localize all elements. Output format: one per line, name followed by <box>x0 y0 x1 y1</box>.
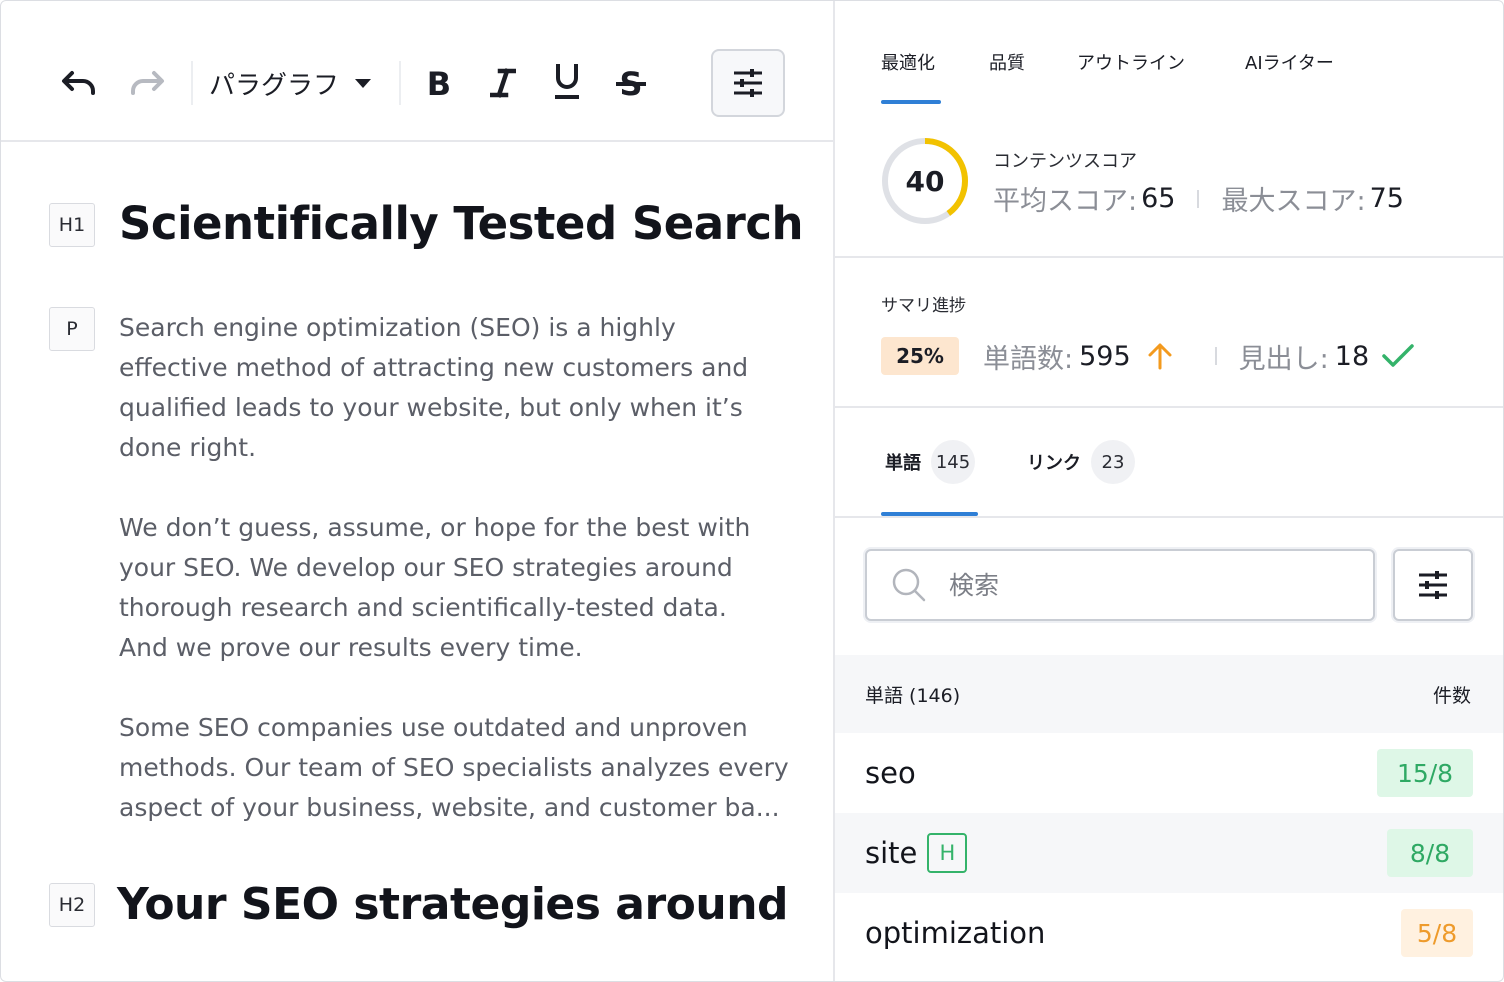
subtab-words-label: 単語 <box>885 453 921 474</box>
editor-pane: パラグラフ B S H1 Scientifically Tested Searc… <box>1 1 833 981</box>
search-input[interactable] <box>947 569 1351 601</box>
subtab-words-count: 145 <box>931 440 975 484</box>
paragraph-line: effective method of attracting new custo… <box>119 353 749 382</box>
sliders-icon <box>1419 571 1447 599</box>
search-box[interactable] <box>865 549 1375 621</box>
check-icon <box>1382 344 1414 367</box>
paragraph-line: done right. <box>119 433 257 462</box>
word-count-label: 単語数: <box>983 343 1074 375</box>
block-tag-h1[interactable]: H1 <box>49 203 95 247</box>
headings-label: 見出し: <box>1238 343 1329 375</box>
avg-score-value: 65 <box>1141 183 1176 214</box>
filter-button[interactable] <box>1393 549 1473 621</box>
content-score-value: 40 <box>905 164 945 198</box>
editor-toolbar: パラグラフ B S <box>1 1 833 142</box>
block-tag-h2[interactable]: H2 <box>49 883 95 927</box>
max-score-value: 75 <box>1369 183 1404 214</box>
keyword: site <box>865 836 918 870</box>
stat-separator <box>1214 347 1217 365</box>
summary-progress-label: サマリ進捗 <box>881 296 966 316</box>
score-stats: 平均スコア: 65 最大スコア: 75 <box>993 179 1404 218</box>
tab-outline[interactable]: アウトライン <box>1077 49 1185 75</box>
list-item[interactable]: optimization 5/8 <box>835 893 1503 973</box>
paragraph-line: thorough research and scientifically-tes… <box>119 593 727 622</box>
paragraph-line: We don’t guess, assume, or hope for the … <box>119 513 751 542</box>
redo-icon[interactable] <box>125 61 169 105</box>
avg-score-label: 平均スコア: <box>993 186 1138 217</box>
paragraph-line: qualified leads to your website, but onl… <box>119 393 743 422</box>
paragraph-line: Some SEO companies use outdated and unpr… <box>119 713 748 742</box>
heading-h2[interactable]: Your SEO strategies around <box>117 879 789 930</box>
paragraph-line: methods. Our team of SEO specialists ana… <box>119 753 789 782</box>
headings-value: 18 <box>1334 340 1370 372</box>
block-tag-p[interactable]: P <box>49 307 95 351</box>
section-divider <box>835 406 1503 408</box>
keyword: seo <box>865 756 916 790</box>
tab-optimize[interactable]: 最適化 <box>881 49 935 75</box>
word-list-header: 単語 (146) 件数 <box>835 655 1503 733</box>
keyword-count-badge: 15/8 <box>1377 749 1473 797</box>
italic-icon[interactable] <box>483 61 523 105</box>
subtab-links[interactable]: リンク 23 <box>1027 439 1135 485</box>
keyword: optimization <box>865 916 1046 950</box>
tab-ai-writer[interactable]: AIライター <box>1245 49 1334 75</box>
max-score-label: 最大スコア: <box>1221 186 1366 217</box>
chevron-down-icon <box>355 78 372 88</box>
underline-icon[interactable] <box>547 57 587 105</box>
content-score-label: コンテンツスコア <box>993 151 1137 172</box>
editor-settings-button[interactable] <box>711 49 785 117</box>
app-window: パラグラフ B S H1 Scientifically Tested Searc… <box>0 0 1504 982</box>
subtab-words[interactable]: 単語 145 <box>885 439 975 485</box>
subtab-links-label: リンク <box>1027 453 1081 474</box>
heading-h1[interactable]: Scientifically Tested Search <box>119 197 804 250</box>
paragraph-style-select[interactable]: パラグラフ <box>209 61 372 105</box>
keyword-count-badge: 5/8 <box>1401 909 1473 957</box>
paragraph-style-label: パラグラフ <box>209 70 340 101</box>
word-count-value: 595 <box>1079 340 1131 372</box>
arrow-up-icon <box>1148 343 1172 370</box>
stat-separator <box>1197 189 1200 208</box>
subtab-links-count: 23 <box>1091 440 1135 484</box>
toolbar-separator <box>191 61 193 105</box>
sidebar-tabs: 最適化 品質 アウトライン AIライター <box>835 1 1503 105</box>
section-divider <box>835 516 1503 518</box>
progress-percent-badge: 25% <box>881 337 959 375</box>
search-icon <box>892 568 926 602</box>
section-divider <box>835 256 1503 258</box>
list-item[interactable]: seo 15/8 <box>835 733 1503 813</box>
paragraph-line: Search engine optimization (SEO) is a hi… <box>119 313 676 342</box>
undo-icon[interactable] <box>57 61 101 105</box>
paragraph-spacer <box>119 668 799 708</box>
word-column-header[interactable]: 単語 (146) <box>865 681 960 708</box>
svg-text:B: B <box>427 68 451 98</box>
strikethrough-icon[interactable]: S <box>611 61 651 105</box>
list-item[interactable]: site H 8/8 <box>835 813 1503 893</box>
sliders-icon <box>734 69 762 97</box>
keyword-count-badge: 8/8 <box>1387 829 1473 877</box>
active-tab-indicator <box>881 100 941 104</box>
paragraph-line: your SEO. We develop our SEO strategies … <box>119 553 733 582</box>
optimization-sidebar: 最適化 品質 アウトライン AIライター 40 コンテンツスコア 平均スコア: … <box>835 1 1503 981</box>
paragraph-body[interactable]: Search engine optimization (SEO) is a hi… <box>119 308 799 828</box>
paragraph-spacer <box>119 468 799 508</box>
tab-quality[interactable]: 品質 <box>989 49 1025 75</box>
bold-icon[interactable]: B <box>419 61 459 105</box>
paragraph-line: aspect of your business, website, and cu… <box>119 793 780 822</box>
progress-stats: 単語数: 595 見出し: 18 <box>983 337 1415 375</box>
heading-tag-badge: H <box>927 833 968 873</box>
toolbar-separator <box>399 61 401 105</box>
count-column-header[interactable]: 件数 <box>1433 681 1471 708</box>
paragraph-line: And we prove our results every time. <box>119 633 583 662</box>
